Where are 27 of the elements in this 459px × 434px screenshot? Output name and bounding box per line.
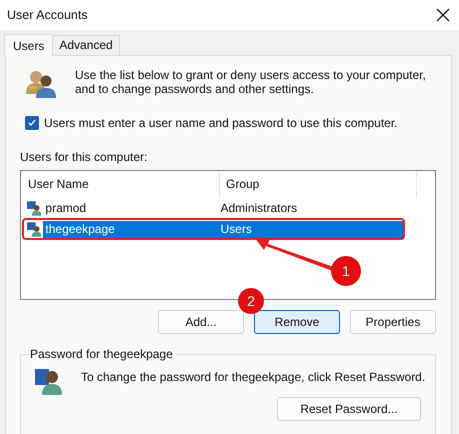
window-title: User Accounts (7, 8, 88, 22)
user-icon (35, 367, 63, 395)
password-text: To change the password for thegeekpage, click Reset Password. (81, 370, 426, 384)
list-row[interactable]: pramod Administrators (22, 199, 405, 218)
checkbox-label[interactable]: Users must enter a user name and password to use this computer. (44, 116, 398, 130)
dialog-button[interactable]: Properties (350, 310, 436, 334)
user-icon (27, 222, 42, 236)
table-cell: Users (214, 220, 403, 238)
column-header[interactable]: Group (220, 171, 417, 198)
list-row[interactable]: thegeekpage Users (22, 218, 405, 240)
table-cell-text: pramod (44, 200, 88, 217)
dialog-button[interactable]: Remove (254, 310, 340, 334)
column-header[interactable]: User Name (21, 171, 220, 198)
table-cell-text: Administrators (219, 200, 298, 217)
checkmark-icon (27, 118, 37, 128)
close-icon[interactable] (436, 8, 450, 22)
dialog-button[interactable]: Add... (158, 310, 244, 334)
tab[interactable]: Users (4, 34, 54, 56)
tab[interactable]: Advanced (52, 35, 120, 55)
reset-password-button[interactable]: Reset Password... (277, 397, 421, 421)
user-icon (27, 201, 42, 216)
list-label: Users for this computer: (20, 150, 148, 164)
group-title: Password for thegeekpage (28, 347, 175, 361)
table-cell: thegeekpage (43, 220, 214, 238)
intro-text: Use the list below to grant or deny users access to your computer, and to change passwords and other settings. (75, 68, 427, 96)
checkbox[interactable] (25, 116, 39, 130)
users-icon (26, 70, 56, 98)
